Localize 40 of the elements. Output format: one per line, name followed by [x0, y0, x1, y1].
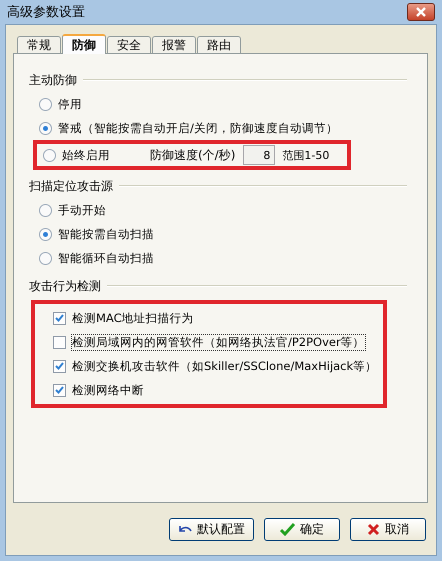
window-title: 高级参数设置 [7, 4, 85, 21]
dialog-button[interactable]: 确定 [264, 518, 340, 541]
option-label[interactable]: 警戒（智能按需自动开启/关闭，防御速度自动调节） [58, 120, 338, 136]
speed-label: 防御速度(个/秒) [150, 146, 236, 164]
close-icon [415, 7, 427, 17]
checkbox[interactable] [53, 336, 66, 348]
dialog-button[interactable]: 取消 [350, 518, 426, 541]
group-title: 扫描定位攻击源 [29, 178, 113, 194]
option-label[interactable]: 检测交换机攻击软件（如Skiller/SSClone/MaxHijack等） [72, 358, 378, 374]
option-label[interactable]: 智能循环自动扫描 [58, 250, 154, 266]
radio-button[interactable] [39, 122, 52, 134]
radio-button[interactable] [39, 228, 52, 240]
radio-button[interactable] [43, 148, 56, 162]
option-label[interactable]: 检测MAC地址扫描行为 [72, 310, 194, 326]
group-title: 主动防御 [29, 72, 77, 88]
option-label[interactable]: 检测网络中断 [72, 382, 144, 398]
dialog-button[interactable]: 默认配置 [169, 518, 254, 541]
tab[interactable]: 防御 [62, 34, 106, 54]
radio-button[interactable] [39, 204, 52, 216]
checkbox[interactable] [53, 312, 66, 324]
tab[interactable]: 报警 [152, 36, 196, 53]
close-button[interactable] [407, 3, 435, 21]
option-label[interactable]: 智能按需自动扫描 [58, 226, 154, 242]
tab[interactable]: 常规 [17, 36, 61, 53]
tab[interactable]: 路由 [197, 36, 241, 53]
speed-input[interactable]: 8 [243, 145, 276, 165]
option-label[interactable]: 手动开始 [58, 202, 106, 218]
checkmark-icon [280, 523, 295, 536]
option-label[interactable]: 始终启用 [62, 148, 110, 162]
tab[interactable]: 安全 [107, 36, 151, 53]
checkbox[interactable] [53, 384, 66, 396]
checkbox[interactable] [53, 360, 66, 372]
radio-button[interactable] [39, 252, 52, 264]
cross-icon [367, 523, 380, 536]
option-label[interactable]: 检测局域网内的网管软件（如网络执法官/P2POver等） [72, 334, 365, 350]
group-title: 攻击行为检测 [29, 278, 101, 294]
range-label: 范围1-50 [282, 148, 330, 162]
option-label[interactable]: 停用 [58, 96, 82, 112]
radio-button[interactable] [39, 98, 52, 110]
undo-icon [178, 524, 192, 534]
